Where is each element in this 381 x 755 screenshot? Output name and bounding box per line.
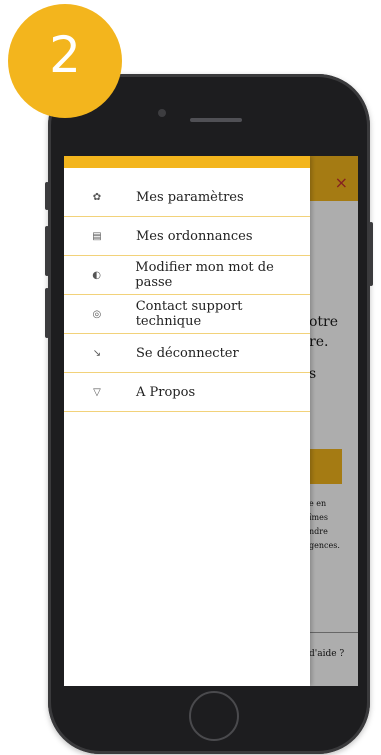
menu-item[interactable]: ✿ Mes paramètres: [64, 178, 310, 217]
menu-item-label: Contact support technique: [135, 299, 243, 329]
support-icon: ◎: [92, 308, 102, 320]
menu-item[interactable]: ◐ Modifier mon mot de passe: [64, 256, 310, 295]
shield-icon: ◐: [92, 269, 101, 281]
menu-item[interactable]: ▤ Mes ordonnances: [64, 217, 310, 256]
home-button[interactable]: [189, 691, 239, 741]
menu-item[interactable]: ↘ Se déconnecter: [64, 334, 310, 373]
phone-frame: × otre re. s e en îmes ndre gences. d'ai…: [45, 74, 373, 754]
menu-item-label: Se déconnecter: [136, 345, 239, 361]
menu-list: ✿ Mes paramètres ▤ Mes ordonnances ◐ Modifier…: [64, 178, 310, 412]
drawer-header: [64, 156, 310, 168]
front-camera: [158, 109, 166, 117]
menu-item-label: A Propos: [136, 384, 196, 400]
earpiece-speaker: [190, 118, 242, 122]
info-icon: ▽: [93, 386, 101, 398]
step-badge: 2: [8, 4, 122, 118]
menu-item-label: Modifier mon mot de passe: [135, 260, 274, 290]
gear-icon: ✿: [92, 191, 102, 203]
volume-up-button: [45, 226, 49, 276]
phone-screen: × otre re. s e en îmes ndre gences. d'ai…: [64, 156, 358, 686]
menu-item-label: Mes paramètres: [136, 189, 244, 205]
logout-icon: ↘: [92, 347, 102, 359]
document-icon: ▤: [92, 230, 102, 242]
step-number: 2: [49, 26, 81, 84]
volume-down-button: [45, 288, 49, 338]
navigation-drawer: ✿ Mes paramètres ▤ Mes ordonnances ◐ Modifier…: [64, 156, 310, 686]
power-button: [369, 222, 373, 286]
menu-item[interactable]: ◎ Contact support technique: [64, 295, 310, 334]
menu-item-label: Mes ordonnances: [136, 228, 253, 244]
mute-switch: [45, 182, 49, 210]
menu-item[interactable]: ▽ A Propos: [64, 373, 310, 412]
